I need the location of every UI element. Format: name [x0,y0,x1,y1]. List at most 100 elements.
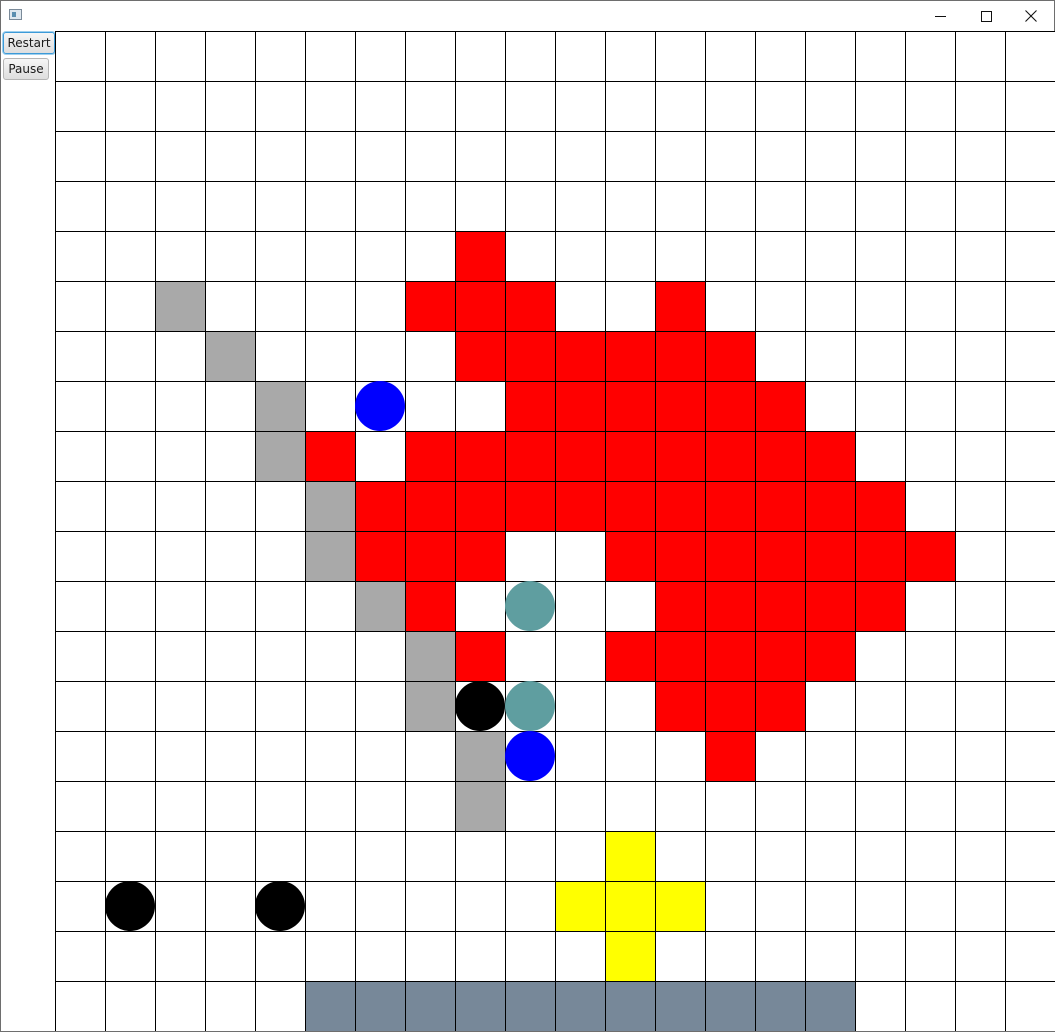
fire-cell[interactable] [605,631,655,681]
fire-cell[interactable] [455,481,505,531]
fire-cell[interactable] [755,431,805,481]
fire-cell[interactable] [805,531,855,581]
game-board[interactable] [55,31,1055,1031]
target-cell[interactable] [655,881,705,931]
close-button[interactable] [1008,1,1054,31]
wall-cell[interactable] [305,481,355,531]
fire-cell[interactable] [705,581,755,631]
fire-cell[interactable] [705,531,755,581]
title-bar[interactable] [1,1,1054,31]
base-cell[interactable] [355,981,405,1031]
teal-unit[interactable] [505,681,555,731]
fire-cell[interactable] [655,481,705,531]
fire-cell[interactable] [655,431,705,481]
base-cell[interactable] [605,981,655,1031]
wall-cell[interactable] [405,631,455,681]
fire-cell[interactable] [705,481,755,531]
fire-cell[interactable] [855,531,905,581]
fire-cell[interactable] [655,381,705,431]
fire-cell[interactable] [555,431,605,481]
wall-cell[interactable] [305,531,355,581]
wall-cell[interactable] [255,381,305,431]
fire-cell[interactable] [805,481,855,531]
fire-cell[interactable] [455,281,505,331]
fire-cell[interactable] [655,281,705,331]
fire-cell[interactable] [405,581,455,631]
fire-cell[interactable] [605,531,655,581]
base-cell[interactable] [655,981,705,1031]
fire-cell[interactable] [605,481,655,531]
target-cell[interactable] [605,881,655,931]
base-cell[interactable] [755,981,805,1031]
fire-cell[interactable] [505,431,555,481]
fire-cell[interactable] [605,331,655,381]
fire-cell[interactable] [905,531,955,581]
wall-cell[interactable] [155,281,205,331]
fire-cell[interactable] [305,431,355,481]
wall-cell[interactable] [205,331,255,381]
pause-button[interactable]: Pause [3,58,49,80]
base-cell[interactable] [405,981,455,1031]
fire-cell[interactable] [505,481,555,531]
fire-cell[interactable] [405,531,455,581]
fire-cell[interactable] [555,381,605,431]
fire-cell[interactable] [405,481,455,531]
fire-cell[interactable] [755,381,805,431]
fire-cell[interactable] [705,731,755,781]
wall-cell[interactable] [455,731,505,781]
fire-cell[interactable] [555,331,605,381]
fire-cell[interactable] [805,581,855,631]
base-cell[interactable] [705,981,755,1031]
fire-cell[interactable] [605,431,655,481]
fire-cell[interactable] [805,631,855,681]
fire-cell[interactable] [655,581,705,631]
fire-cell[interactable] [455,631,505,681]
minimize-button[interactable] [917,1,963,31]
fire-cell[interactable] [755,631,805,681]
target-cell[interactable] [605,831,655,881]
fire-cell[interactable] [505,381,555,431]
target-cell[interactable] [555,881,605,931]
fire-cell[interactable] [455,531,505,581]
fire-cell[interactable] [805,431,855,481]
fire-cell[interactable] [655,331,705,381]
black-unit[interactable] [455,681,505,731]
fire-cell[interactable] [705,331,755,381]
fire-cell[interactable] [455,331,505,381]
fire-cell[interactable] [405,281,455,331]
fire-cell[interactable] [705,381,755,431]
fire-cell[interactable] [605,381,655,431]
fire-cell[interactable] [705,681,755,731]
fire-cell[interactable] [355,481,405,531]
blue-unit[interactable] [355,381,405,431]
fire-cell[interactable] [755,681,805,731]
fire-cell[interactable] [755,531,805,581]
base-cell[interactable] [455,981,505,1031]
base-cell[interactable] [555,981,605,1031]
target-cell[interactable] [605,931,655,981]
black-unit[interactable] [255,881,305,931]
wall-cell[interactable] [405,681,455,731]
fire-cell[interactable] [655,631,705,681]
fire-cell[interactable] [755,581,805,631]
fire-cell[interactable] [655,681,705,731]
fire-cell[interactable] [555,481,605,531]
teal-unit[interactable] [505,581,555,631]
blue-unit[interactable] [505,731,555,781]
wall-cell[interactable] [355,581,405,631]
wall-cell[interactable] [455,781,505,831]
maximize-button[interactable] [963,1,1009,31]
fire-cell[interactable] [405,431,455,481]
black-unit[interactable] [105,881,155,931]
base-cell[interactable] [505,981,555,1031]
fire-cell[interactable] [355,531,405,581]
fire-cell[interactable] [755,481,805,531]
fire-cell[interactable] [705,631,755,681]
fire-cell[interactable] [655,531,705,581]
fire-cell[interactable] [505,281,555,331]
fire-cell[interactable] [855,581,905,631]
base-cell[interactable] [305,981,355,1031]
fire-cell[interactable] [505,331,555,381]
fire-cell[interactable] [455,431,505,481]
fire-cell[interactable] [855,481,905,531]
